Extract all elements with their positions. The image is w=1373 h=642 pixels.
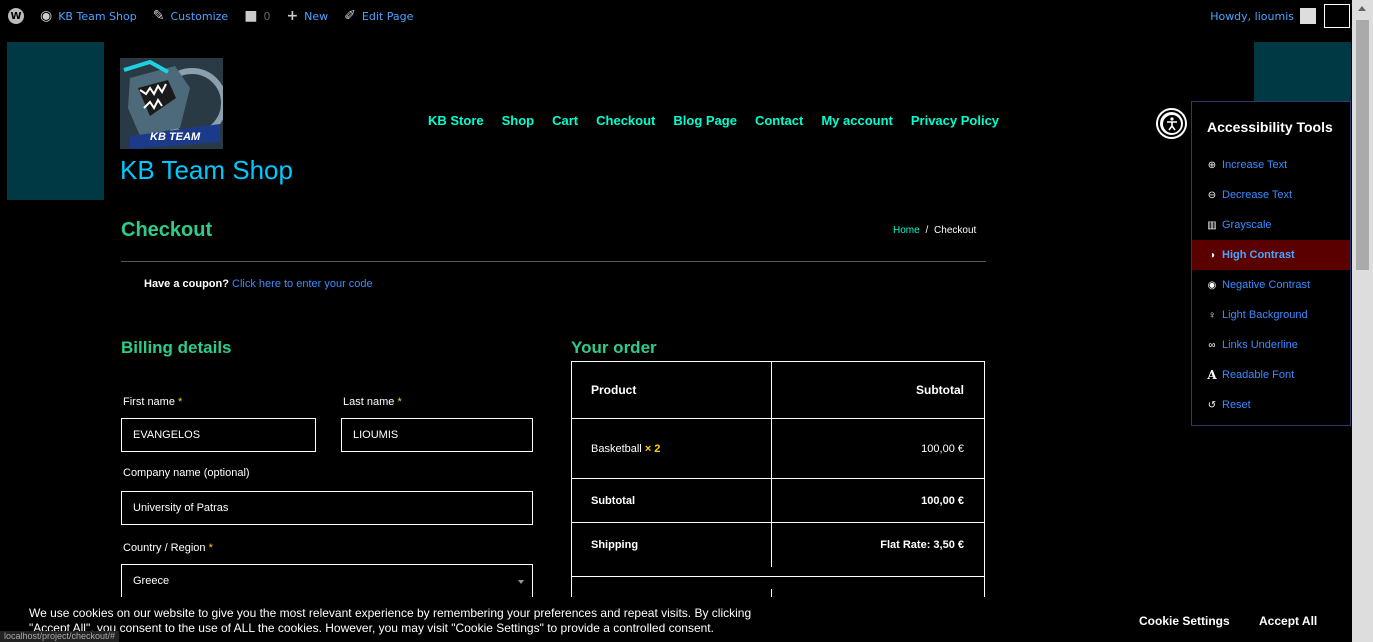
company-field[interactable]: University of Patras [121, 491, 533, 525]
tool-links-underline[interactable]: ∞ Links Underline [1192, 330, 1350, 360]
page-title: Checkout [121, 219, 213, 241]
cart-item-price: 100,00 € [921, 442, 964, 455]
contrast-icon: ◑ [1208, 249, 1216, 261]
comment-icon: ■ [244, 8, 258, 24]
subtotal-value: 100,00 € [921, 494, 964, 507]
country-label: Country / Region * [123, 542, 213, 554]
accessibility-tools-panel: Accessibility Tools ⊕ Increase Text ⊖ Decr… [1191, 101, 1351, 426]
decorative-panel-left [7, 42, 104, 200]
zoom-in-icon: ⊕ [1207, 159, 1217, 171]
link-icon: ∞ [1208, 339, 1216, 351]
shipping-label: Shipping [572, 523, 772, 567]
zoom-out-icon: ⊖ [1207, 189, 1217, 201]
pencil-icon: ✐ [344, 8, 356, 24]
cookie-consent-bar: We use cookies on our website to give yo… [0, 597, 1352, 642]
nav-my-account[interactable]: My account [821, 113, 893, 128]
subtotal-column-header: Subtotal [916, 383, 964, 397]
nav-privacy-policy[interactable]: Privacy Policy [911, 113, 999, 128]
brush-icon: ✎ [152, 8, 165, 24]
divider [121, 261, 986, 262]
shipping-row: Shipping Flat Rate: 3,50 € [572, 523, 984, 577]
tool-light-background[interactable]: ♀ Light Background [1192, 300, 1350, 330]
billing-details-title: Billing details [121, 338, 232, 357]
admin-bar-extra-button[interactable] [1324, 4, 1350, 28]
nav-kb-store[interactable]: KB Store [428, 113, 484, 128]
first-name-field[interactable]: EVANGELOS [121, 418, 316, 452]
tool-increase-text[interactable]: ⊕ Increase Text [1192, 150, 1350, 180]
order-summary-table: Product Subtotal Basketball × 2 100,00 €… [571, 361, 985, 618]
chevron-down-icon [518, 580, 524, 584]
eye-icon: ◉ [1207, 279, 1217, 291]
tool-readable-font[interactable]: A Readable Font [1192, 360, 1350, 390]
subtotal-label: Subtotal [572, 479, 772, 522]
scrollbar-thumb[interactable] [1356, 20, 1369, 270]
accessibility-toggle-button[interactable] [1158, 110, 1185, 137]
accessibility-panel-title: Accessibility Tools [1207, 119, 1333, 135]
admin-account-menu[interactable]: Howdy, lioumis [1202, 0, 1316, 32]
tool-negative-contrast[interactable]: ◉ Negative Contrast [1192, 270, 1350, 300]
subtotal-row: Subtotal 100,00 € [572, 479, 984, 523]
reset-icon: ↺ [1207, 399, 1217, 411]
coupon-notice: Have a coupon? Click here to enter your … [144, 278, 373, 290]
cookie-settings-button[interactable]: Cookie Settings [1139, 614, 1230, 628]
breadcrumb: Home / Checkout [893, 225, 976, 236]
admin-bar: W ◉ KB Team Shop ✎ Customize ■ 0 + New ✐ Edit… [0, 0, 1352, 32]
avatar [1300, 8, 1316, 24]
tool-reset[interactable]: ↺ Reset [1192, 390, 1350, 420]
grayscale-icon: ▥ [1207, 219, 1217, 231]
shipping-value: Flat Rate: 3,50 € [880, 539, 964, 551]
site-logo[interactable]: KB TEAM [120, 58, 223, 149]
product-column-header: Product [572, 362, 772, 418]
nav-blog-page[interactable]: Blog Page [673, 113, 737, 128]
last-name-label: Last name * [343, 396, 402, 408]
lightbulb-icon: ♀ [1208, 309, 1216, 321]
table-header-row: Product Subtotal [572, 362, 984, 419]
coupon-link[interactable]: Click here to enter your code [232, 278, 373, 290]
nav-contact[interactable]: Contact [755, 113, 803, 128]
dashboard-icon: ◉ [40, 8, 53, 24]
tool-grayscale[interactable]: ▥ Grayscale [1192, 210, 1350, 240]
scroll-up-icon[interactable] [1358, 6, 1366, 11]
cookie-message: We use cookies on our website to give yo… [29, 606, 752, 635]
font-icon: A [1207, 368, 1217, 382]
wordpress-icon: W [8, 8, 24, 24]
table-row: Basketball × 2 100,00 € [572, 419, 984, 479]
breadcrumb-current: Checkout [934, 225, 977, 236]
cart-item-name: Basketball × 2 [572, 419, 772, 478]
admin-new-link[interactable]: + New [278, 0, 336, 32]
breadcrumb-home[interactable]: Home [893, 225, 920, 236]
accessibility-icon [1162, 114, 1181, 133]
page-scrollbar[interactable] [1352, 0, 1373, 642]
tool-high-contrast[interactable]: ◑ High Contrast [1192, 240, 1350, 270]
nav-checkout[interactable]: Checkout [596, 113, 655, 128]
wp-logo-menu[interactable]: W [0, 0, 32, 32]
nav-shop[interactable]: Shop [502, 113, 535, 128]
admin-customize-link[interactable]: ✎ Customize [145, 0, 236, 32]
plus-icon: + [286, 8, 299, 24]
breadcrumb-separator: / [925, 225, 929, 236]
main-navigation: KB Store Shop Cart Checkout Blog Page Co… [428, 113, 1017, 128]
accept-all-button[interactable]: Accept All [1259, 614, 1317, 628]
site-title[interactable]: KB Team Shop [120, 155, 293, 186]
country-select[interactable]: Greece [121, 564, 533, 598]
last-name-field[interactable]: LIOUMIS [341, 418, 533, 452]
logo-text: KB TEAM [150, 131, 201, 143]
admin-comments-link[interactable]: ■ 0 [236, 0, 278, 32]
first-name-label: First name * [123, 396, 183, 408]
tool-decrease-text[interactable]: ⊖ Decrease Text [1192, 180, 1350, 210]
status-bar-url: localhost/project/checkout/# [0, 631, 120, 642]
nav-cart[interactable]: Cart [552, 113, 578, 128]
admin-edit-page-link[interactable]: ✐ Edit Page [336, 0, 421, 32]
company-label: Company name (optional) [123, 467, 250, 479]
admin-site-link[interactable]: ◉ KB Team Shop [32, 0, 145, 32]
decorative-panel-right [1254, 42, 1351, 102]
your-order-title: Your order [571, 338, 657, 357]
